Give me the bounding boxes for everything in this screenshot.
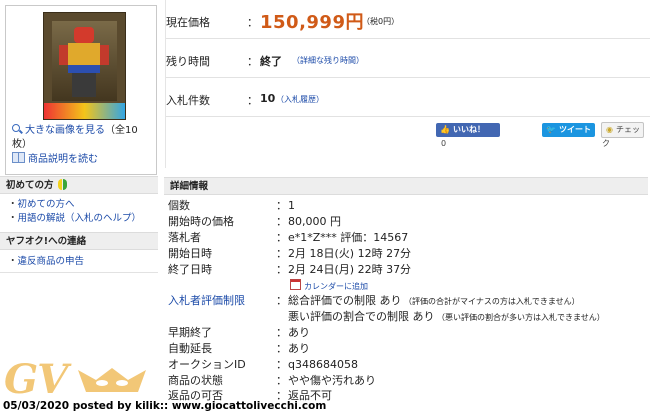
- beginner-link-1[interactable]: ・初めての方へ: [8, 198, 75, 211]
- colon: ：: [247, 55, 258, 68]
- bids-label: 入札件数: [166, 94, 210, 107]
- detail-label: 終了日時: [168, 263, 212, 276]
- detail-label: 早期終了: [168, 326, 212, 339]
- bids-count: 10: [260, 92, 276, 105]
- report-link[interactable]: ・違反商品の申告: [8, 255, 84, 268]
- gv-logo-watermark: GV: [4, 356, 68, 403]
- colon: ：: [276, 342, 287, 355]
- detail-value: あり: [288, 342, 310, 355]
- contact-section-title: ヤフオク!への連絡: [0, 232, 158, 250]
- magnifier-icon: [12, 124, 22, 134]
- remaining-detail-link[interactable]: （詳細な残り時間）: [292, 55, 364, 66]
- facebook-like-button[interactable]: 👍 いいね！ 0: [436, 123, 500, 148]
- colon: ：: [276, 294, 287, 307]
- detail-value: あり: [288, 326, 310, 339]
- enlarge-image-link[interactable]: 大きな画像を見る: [25, 125, 105, 136]
- add-to-calendar-link[interactable]: カレンダーに追加: [304, 282, 368, 291]
- beginner-leaf-icon: [57, 179, 67, 190]
- colon: ：: [276, 326, 287, 339]
- current-price-label: 現在価格: [166, 16, 210, 29]
- bids-row: 入札件数 ： 10 （入札履歴）: [166, 78, 650, 117]
- calendar-icon: [290, 279, 301, 290]
- detail-value: e*1*Z*** 評価：14567: [288, 231, 409, 244]
- twitter-icon: 🐦: [546, 125, 556, 134]
- detail-label: 自動延長: [168, 342, 212, 355]
- detail-value: 2月 24日(月) 22時 37分: [288, 263, 412, 276]
- current-price-row: 現在価格 ： 150,999円 （税0円）: [166, 0, 650, 39]
- footer-caption: 05/03/2020 posted by kilik:: www.giocatt…: [3, 400, 327, 412]
- tweet-button[interactable]: 🐦 ツイート: [542, 123, 595, 137]
- colon: ：: [276, 199, 287, 212]
- detail-value: q348684058: [288, 358, 358, 371]
- detail-value: やや傷や汚れあり: [288, 374, 376, 387]
- detail-value: 総合評価での制限 あり （評価の合計がマイナスの方は入札できません）: [288, 294, 580, 307]
- add-to-calendar: カレンダーに追加: [290, 279, 368, 294]
- check-icon: ◉: [606, 125, 613, 134]
- beginner-section-title: 初めての方: [0, 176, 158, 194]
- colon: ：: [276, 247, 287, 260]
- detail-label: 落札者: [168, 231, 201, 244]
- remaining-time-row: 残り時間 ： 終了 （詳細な残り時間）: [166, 39, 650, 78]
- mask-logo-icon: [78, 368, 146, 392]
- detail-label: オークションID: [168, 358, 246, 371]
- detail-label: 個数: [168, 199, 190, 212]
- colon: ：: [276, 231, 287, 244]
- details-section-title: 詳細情報: [164, 177, 648, 195]
- detail-label: 商品の状態: [168, 374, 223, 387]
- remaining-time-label: 残り時間: [166, 55, 210, 68]
- colon: ：: [276, 374, 287, 387]
- thumbs-up-icon: 👍: [440, 125, 450, 134]
- beginner-link-2[interactable]: ・用語の解説（入札のヘルプ）: [8, 212, 141, 225]
- detail-label[interactable]: 入札者評価制限: [168, 294, 245, 308]
- detail-value: 2月 18日(火) 12時 27分: [288, 247, 412, 260]
- read-description-link[interactable]: 商品説明を読む: [28, 154, 98, 165]
- like-count: 0: [438, 139, 450, 148]
- current-price-value: 150,999円: [260, 12, 364, 33]
- colon: ：: [247, 94, 258, 107]
- item-thumbnail[interactable]: [43, 12, 126, 120]
- remaining-time-value: 終了: [260, 55, 282, 68]
- detail-label: 開始時の価格: [168, 215, 234, 228]
- colon: ：: [247, 16, 258, 29]
- detail-value: 80,000 円: [288, 215, 341, 228]
- tax-note: （税0円）: [362, 17, 400, 26]
- book-icon: [12, 152, 25, 163]
- detail-value: 悪い評価の割合での制限 あり （悪い評価の割合が多い方は入札できません）: [288, 310, 605, 323]
- sidebar-divider: [0, 272, 158, 273]
- enlarge-image: 大きな画像を見る（全10枚）: [12, 124, 152, 152]
- read-description: 商品説明を読む: [12, 152, 98, 167]
- detail-note: （悪い評価の割合が多い方は入札できません）: [434, 313, 605, 322]
- colon: ：: [276, 358, 287, 371]
- detail-value: 1: [288, 199, 295, 212]
- check-button[interactable]: ◉ チェック: [601, 122, 644, 148]
- detail-note: （評価の合計がマイナスの方は入札できません）: [401, 297, 580, 306]
- colon: ：: [276, 215, 287, 228]
- colon: ：: [276, 263, 287, 276]
- detail-label: 開始日時: [168, 247, 212, 260]
- bid-history-link[interactable]: （入札履歴）: [276, 94, 324, 105]
